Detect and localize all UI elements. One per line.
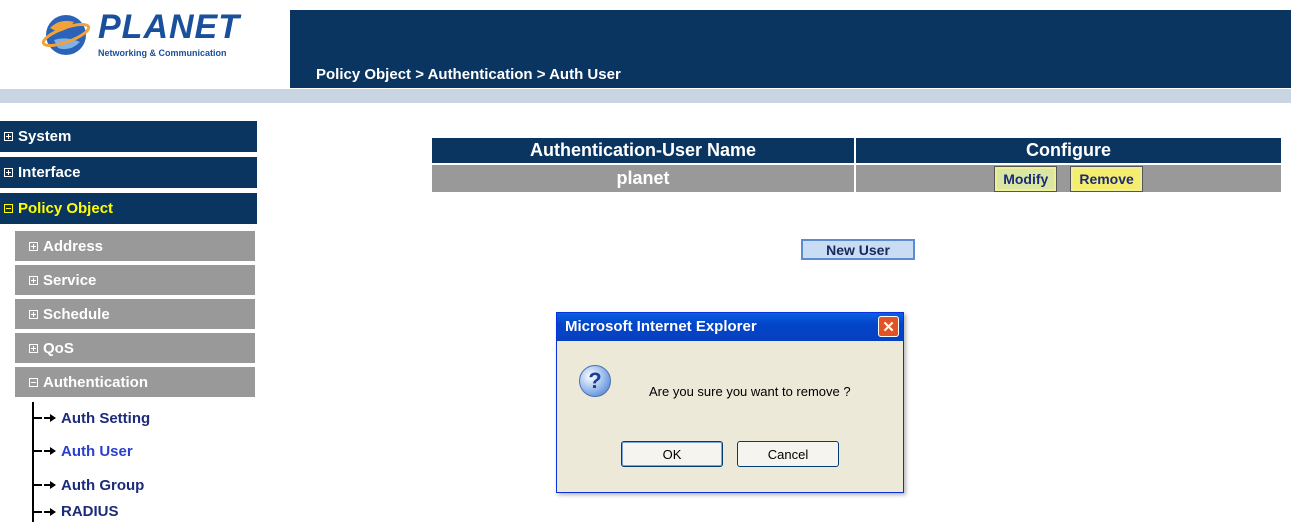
expand-plus-icon: [29, 241, 38, 251]
question-icon: ?: [579, 365, 611, 397]
configure-cell: Modify Remove: [856, 165, 1281, 192]
collapse-minus-icon: [4, 204, 13, 213]
tree-item-label: Auth Setting: [61, 409, 151, 427]
logo-text: PLANET: [98, 8, 240, 46]
sidebar-item-label: Policy Object: [18, 200, 114, 217]
sidebar-tree-auth-user[interactable]: Auth User: [32, 436, 133, 466]
sidebar-subitem-label: Schedule: [43, 305, 110, 323]
table-header-row: Authentication-User Name Configure: [432, 138, 1281, 163]
tree-item-label: Auth User: [61, 442, 133, 460]
ok-button[interactable]: OK: [621, 441, 723, 467]
sidebar-item-system[interactable]: System: [0, 121, 257, 153]
planet-logo: PLANET Networking & Communication: [40, 8, 240, 68]
sidebar-subitem-qos[interactable]: QoS: [15, 333, 255, 365]
sidebar-tree-auth-group[interactable]: Auth Group: [32, 470, 144, 500]
expand-plus-icon: [29, 309, 38, 319]
tree-item-label: RADIUS: [61, 503, 119, 520]
tree-branch: [32, 510, 42, 513]
sidebar-subitem-authentication[interactable]: Authentication: [15, 367, 255, 399]
arrow-right-icon: [50, 507, 56, 516]
modify-button[interactable]: Modify: [994, 165, 1058, 192]
table-row: planet Modify Remove: [432, 165, 1281, 192]
arrow-right-icon: [50, 481, 56, 489]
new-user-button[interactable]: New User: [801, 239, 915, 260]
header-bar: Policy Object > Authentication > Auth Us…: [290, 10, 1291, 88]
tree-branch: [32, 450, 42, 452]
expand-plus-icon: [4, 132, 13, 141]
logo-subtext: Networking & Communication: [98, 48, 227, 58]
breadcrumb: Policy Object > Authentication > Auth Us…: [316, 66, 621, 83]
expand-plus-icon: [4, 168, 13, 177]
sidebar-item-label: System: [18, 128, 72, 145]
dialog-title: Microsoft Internet Explorer: [565, 318, 757, 335]
cancel-button[interactable]: Cancel: [737, 441, 839, 467]
sidebar-subitem-label: QoS: [43, 339, 74, 357]
confirm-dialog: Microsoft Internet Explorer ✕ ? Are you …: [556, 312, 904, 493]
arrow-right-icon: [50, 414, 56, 422]
tree-branch: [32, 484, 42, 486]
sidebar-subitem-address[interactable]: Address: [15, 231, 255, 263]
sidebar-item-interface[interactable]: Interface: [0, 157, 257, 189]
column-header-configure: Configure: [856, 138, 1281, 163]
sidebar-tree-radius[interactable]: RADIUS: [32, 501, 119, 522]
sidebar-tree-auth-setting[interactable]: Auth Setting: [32, 403, 150, 433]
sidebar-item-label: Interface: [18, 164, 81, 181]
expand-plus-icon: [29, 343, 38, 353]
logo-area: PLANET Networking & Communication: [0, 0, 275, 88]
sidebar-subitem-label: Address: [43, 237, 104, 255]
sidebar-subitem-label: Service: [43, 271, 97, 289]
sidebar-subitem-service[interactable]: Service: [15, 265, 255, 297]
header-strip: [0, 89, 1291, 103]
globe-logo-icon: [41, 15, 91, 55]
dialog-message: Are you sure you want to remove ?: [649, 384, 851, 399]
column-header-user-name: Authentication-User Name: [432, 138, 854, 163]
remove-button[interactable]: Remove: [1070, 165, 1143, 192]
user-name-cell: planet: [432, 165, 854, 192]
tree-branch: [32, 417, 42, 419]
expand-plus-icon: [29, 275, 38, 285]
tree-item-label: Auth Group: [61, 476, 145, 494]
sidebar-item-policy-object[interactable]: Policy Object: [0, 193, 257, 225]
sidebar-subitem-schedule[interactable]: Schedule: [15, 299, 255, 331]
sidebar-subitem-label: Authentication: [43, 373, 148, 391]
close-icon[interactable]: ✕: [878, 316, 899, 337]
collapse-minus-icon: [29, 377, 38, 387]
auth-user-table: Authentication-User Name Configure plane…: [430, 136, 1283, 194]
arrow-right-icon: [50, 447, 56, 455]
dialog-title-bar[interactable]: Microsoft Internet Explorer ✕: [557, 313, 903, 341]
